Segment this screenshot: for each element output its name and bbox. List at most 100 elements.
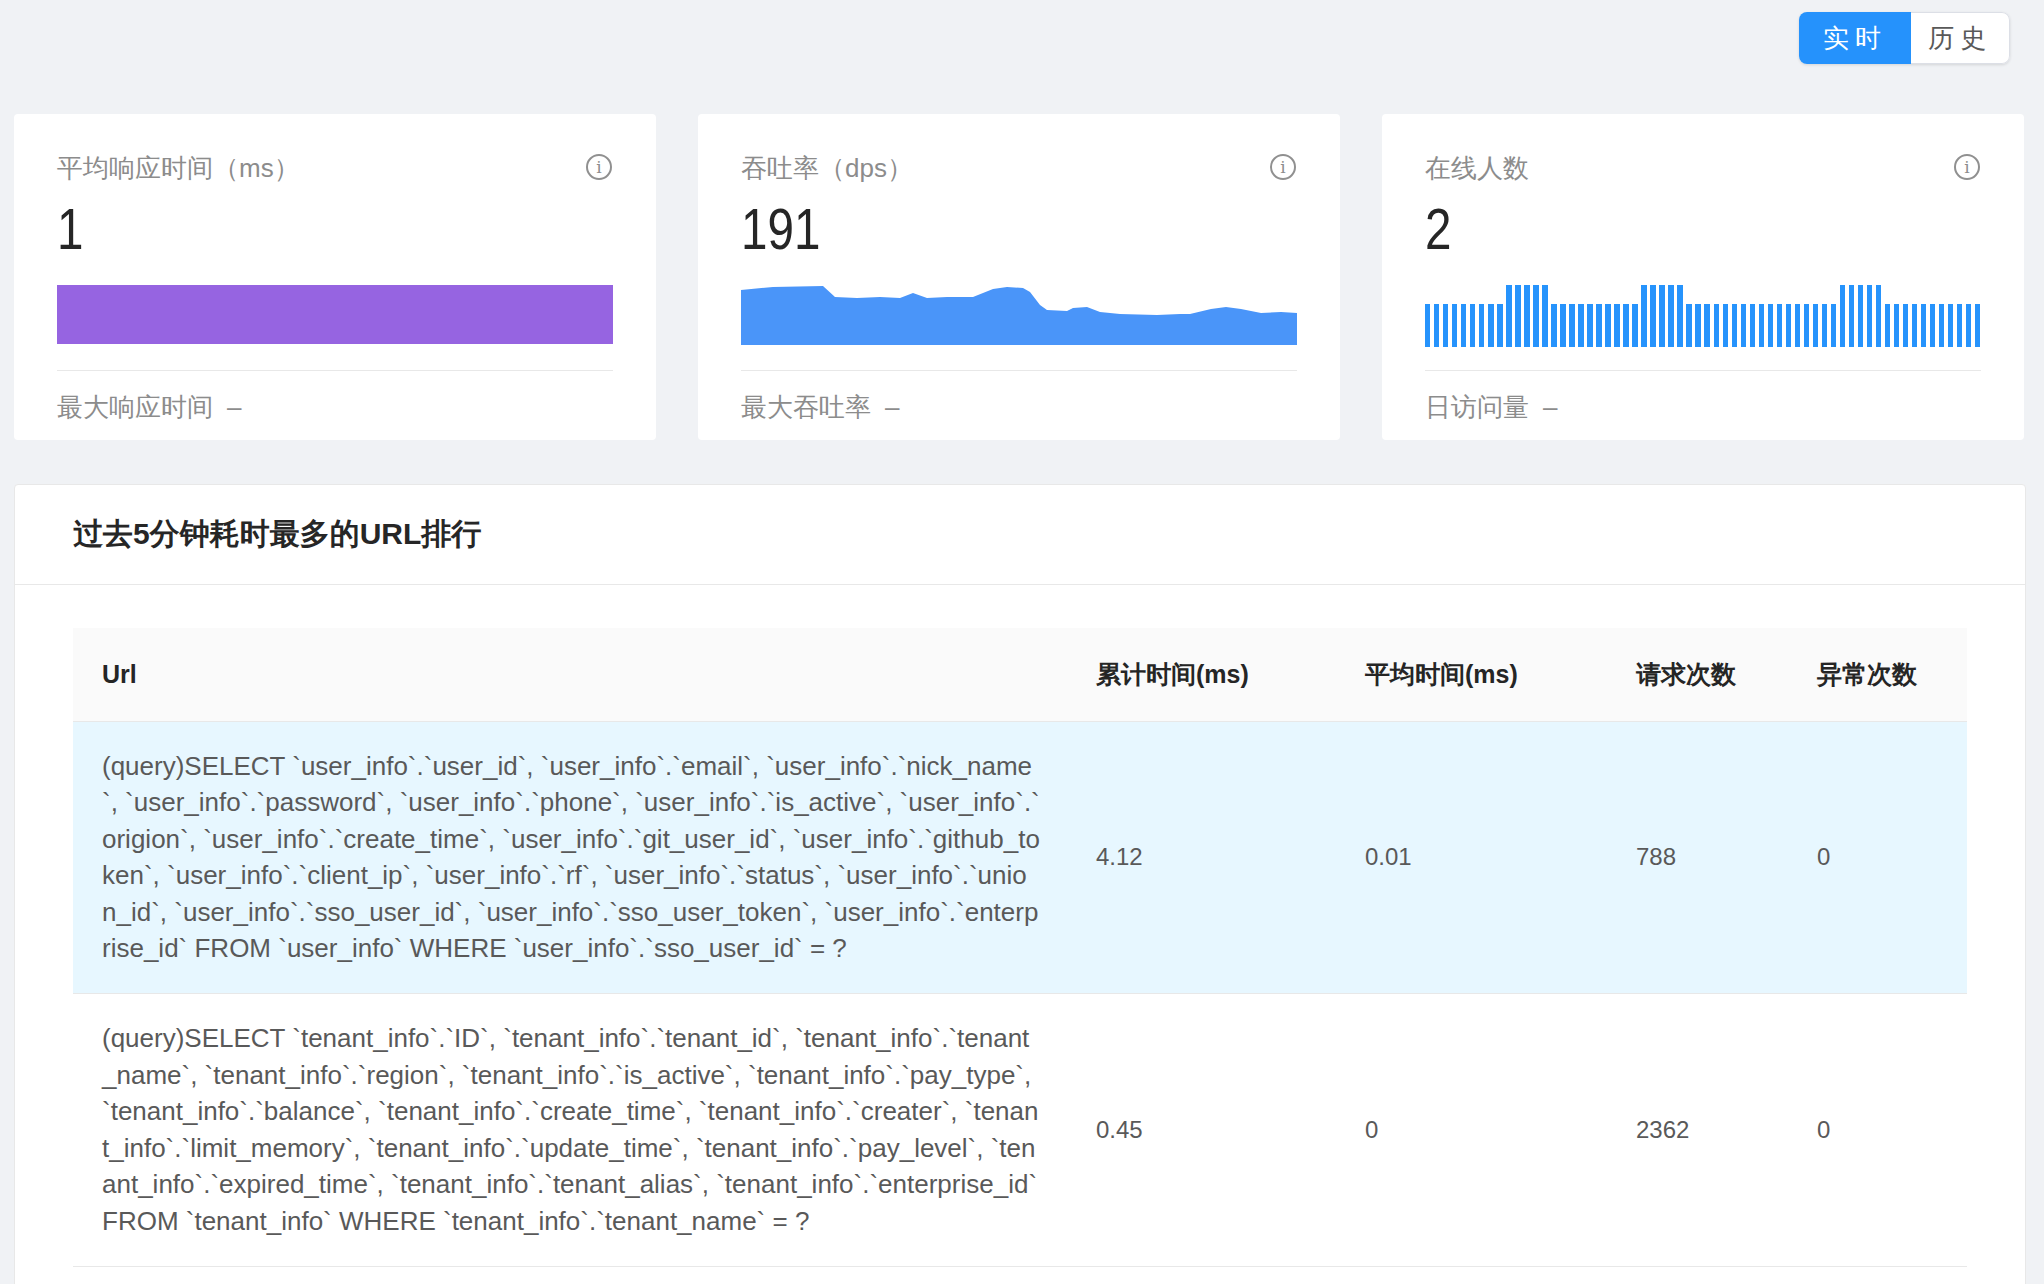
bar — [1650, 285, 1655, 347]
footer-label: 最大响应时间 — [57, 392, 213, 422]
card-footer: 日访问量– — [1425, 390, 1557, 424]
bar — [1903, 304, 1908, 347]
avg-response-chart — [57, 283, 613, 347]
info-icon[interactable]: i — [1270, 154, 1296, 180]
bar — [1957, 304, 1962, 347]
avg-time-cell: 0.01 — [1335, 721, 1606, 994]
bar — [1732, 304, 1737, 347]
bar — [1659, 285, 1664, 347]
bar — [1506, 285, 1511, 347]
request-count-cell: 2362 — [1606, 994, 1787, 1267]
time-mode-toggle: 实时 历史 — [1799, 12, 2010, 64]
bar — [1930, 304, 1935, 347]
bar — [1876, 285, 1881, 347]
panel-title: 过去5分钟耗时最多的URL排行 — [73, 514, 481, 555]
card-divider — [57, 370, 613, 371]
bar — [1488, 304, 1493, 347]
info-icon[interactable]: i — [1954, 154, 1980, 180]
bar — [1605, 304, 1610, 347]
bar — [1542, 285, 1547, 347]
bar — [1461, 304, 1466, 347]
card-value: 2 — [1425, 200, 1451, 258]
dashboard-page: 实时 历史 平均响应时间（ms） i 1 最大响应时间– 吞吐率（dps） i … — [0, 0, 2044, 1284]
bar — [1822, 304, 1827, 347]
bar — [1569, 304, 1574, 347]
bar — [1939, 304, 1944, 347]
card-divider — [741, 370, 1297, 371]
card-value: 191 — [741, 200, 820, 258]
card-title: 平均响应时间（ms） — [57, 151, 300, 185]
bar — [1786, 304, 1791, 347]
bar — [1867, 285, 1872, 347]
bar — [1948, 304, 1953, 347]
bar — [1596, 304, 1601, 347]
bar — [1515, 285, 1520, 347]
bar — [1623, 304, 1628, 347]
bar — [1840, 285, 1845, 347]
panel-body: Url 累计时间(ms) 平均时间(ms) 请求次数 异常次数 (query)S… — [15, 585, 2025, 1267]
bar — [1912, 304, 1917, 347]
bar — [1804, 304, 1809, 347]
bar — [1795, 304, 1800, 347]
table-row[interactable]: (query)SELECT `user_info`.`user_id`, `us… — [73, 721, 1967, 994]
bar — [1858, 285, 1863, 347]
bar — [1750, 304, 1755, 347]
bar — [1894, 304, 1899, 347]
purple-band — [57, 285, 613, 344]
bar — [1470, 304, 1475, 347]
bar — [1885, 304, 1890, 347]
footer-value: – — [1543, 392, 1557, 422]
bar — [1777, 304, 1782, 347]
panel-header: 过去5分钟耗时最多的URL排行 — [15, 485, 2025, 585]
realtime-toggle-button[interactable]: 实时 — [1799, 12, 1911, 64]
total-time-cell: 0.45 — [1066, 994, 1335, 1267]
card-title: 在线人数 — [1425, 151, 1529, 185]
bar — [1759, 304, 1764, 347]
url-cell: (query)SELECT `tenant_info`.`ID`, `tenan… — [73, 994, 1066, 1267]
bar — [1587, 304, 1592, 347]
card-value: 1 — [57, 200, 83, 258]
bar — [1975, 304, 1980, 347]
column-header-url: Url — [73, 628, 1066, 721]
footer-value: – — [227, 392, 241, 422]
card-avg-response-time: 平均响应时间（ms） i 1 最大响应时间– — [14, 114, 656, 440]
bar — [1768, 304, 1773, 347]
bar — [1723, 304, 1728, 347]
bar — [1704, 304, 1709, 347]
bar — [1632, 304, 1637, 347]
bar — [1497, 304, 1502, 347]
bar — [1668, 285, 1673, 347]
bar — [1479, 304, 1484, 347]
area-chart-svg — [741, 283, 1297, 345]
url-ranking-panel: 过去5分钟耗时最多的URL排行 Url 累计时间(ms) 平均时间(ms) 请求… — [14, 484, 2026, 1284]
bar-chart — [1425, 285, 1981, 347]
card-title: 吞吐率（dps） — [741, 151, 913, 185]
card-online-users: 在线人数 i 2 日访问量– — [1382, 114, 2024, 440]
url-cell: (query)SELECT `user_info`.`user_id`, `us… — [73, 721, 1066, 994]
bar — [1741, 304, 1746, 347]
footer-value: – — [885, 392, 899, 422]
bar — [1425, 304, 1430, 347]
bar — [1578, 304, 1583, 347]
history-toggle-button[interactable]: 历史 — [1911, 12, 2010, 64]
info-icon[interactable]: i — [586, 154, 612, 180]
bar — [1434, 304, 1439, 347]
bar — [1524, 285, 1529, 347]
bar — [1831, 304, 1836, 347]
bar — [1443, 304, 1448, 347]
table-header-row: Url 累计时间(ms) 平均时间(ms) 请求次数 异常次数 — [73, 628, 1967, 721]
card-divider — [1425, 370, 1981, 371]
table-row[interactable]: (query)SELECT `tenant_info`.`ID`, `tenan… — [73, 994, 1967, 1267]
avg-time-cell: 0 — [1335, 994, 1606, 1267]
stat-cards-row: 平均响应时间（ms） i 1 最大响应时间– 吞吐率（dps） i 191 最大… — [14, 114, 2024, 440]
online-users-chart — [1425, 283, 1981, 347]
bar — [1452, 304, 1457, 347]
card-throughput: 吞吐率（dps） i 191 最大吞吐率– — [698, 114, 1340, 440]
bar — [1714, 304, 1719, 347]
footer-label: 最大吞吐率 — [741, 392, 871, 422]
bar — [1849, 285, 1854, 347]
bar — [1641, 285, 1646, 347]
column-header-avg-time: 平均时间(ms) — [1335, 628, 1606, 721]
card-footer: 最大吞吐率– — [741, 390, 899, 424]
throughput-chart — [741, 283, 1297, 347]
